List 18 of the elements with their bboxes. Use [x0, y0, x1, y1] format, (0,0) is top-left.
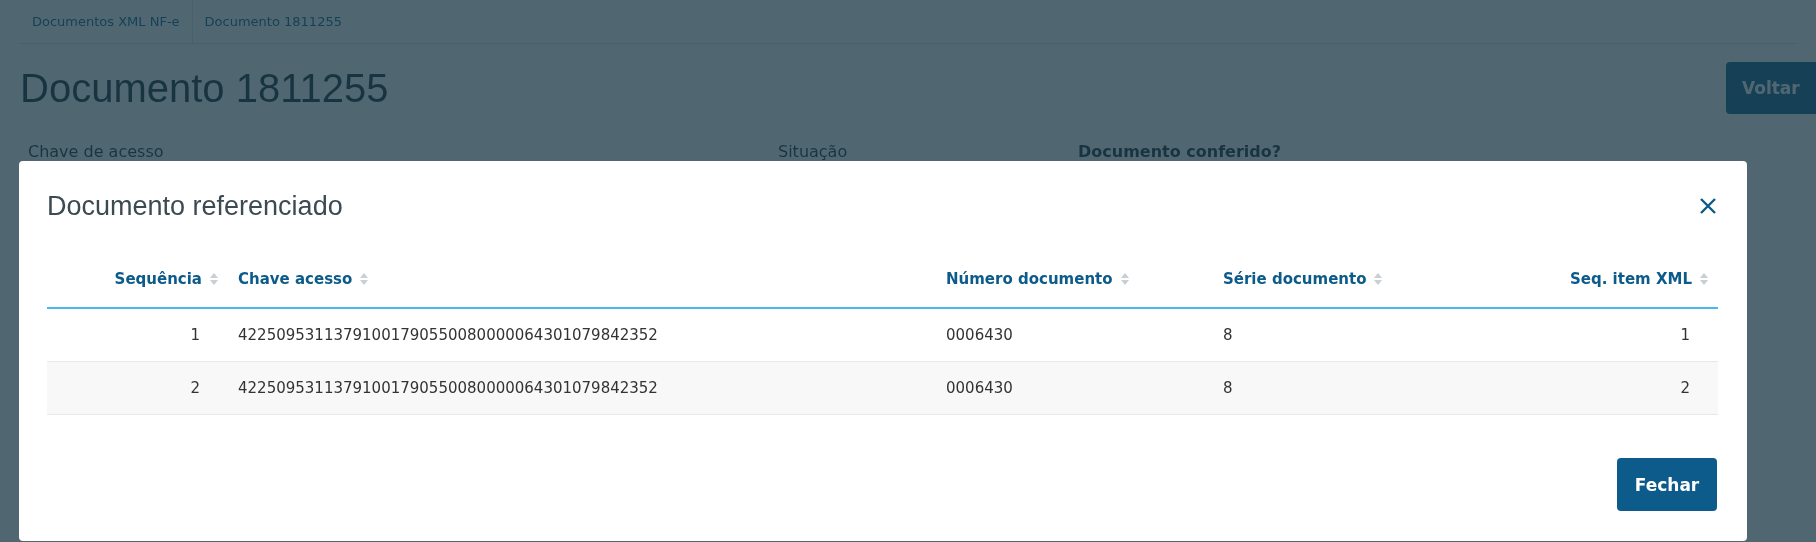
sort-icon: [210, 273, 218, 285]
sort-icon: [1374, 273, 1383, 285]
table-cell: 8: [1213, 362, 1490, 415]
sort-icon: [1700, 273, 1708, 285]
column-header[interactable]: Série documento: [1223, 270, 1367, 288]
close-dialog-button[interactable]: Fechar: [1617, 458, 1717, 511]
table-cell: 42250953113791001790550080000064301079842352: [228, 362, 936, 415]
table-cell: 0006430: [936, 362, 1213, 415]
modal-title: Documento referenciado: [47, 190, 343, 222]
column-header[interactable]: Seq. item XML: [1569, 270, 1692, 288]
sort-icon: [1120, 273, 1129, 285]
column-header[interactable]: Número documento: [946, 270, 1113, 288]
close-button[interactable]: [1698, 196, 1718, 216]
sort-icon: [360, 273, 369, 285]
column-header[interactable]: Chave acesso: [238, 270, 353, 288]
table-cell: 2: [1490, 362, 1718, 415]
column-header[interactable]: Sequência: [114, 270, 202, 288]
table-cell: 2: [47, 362, 228, 415]
